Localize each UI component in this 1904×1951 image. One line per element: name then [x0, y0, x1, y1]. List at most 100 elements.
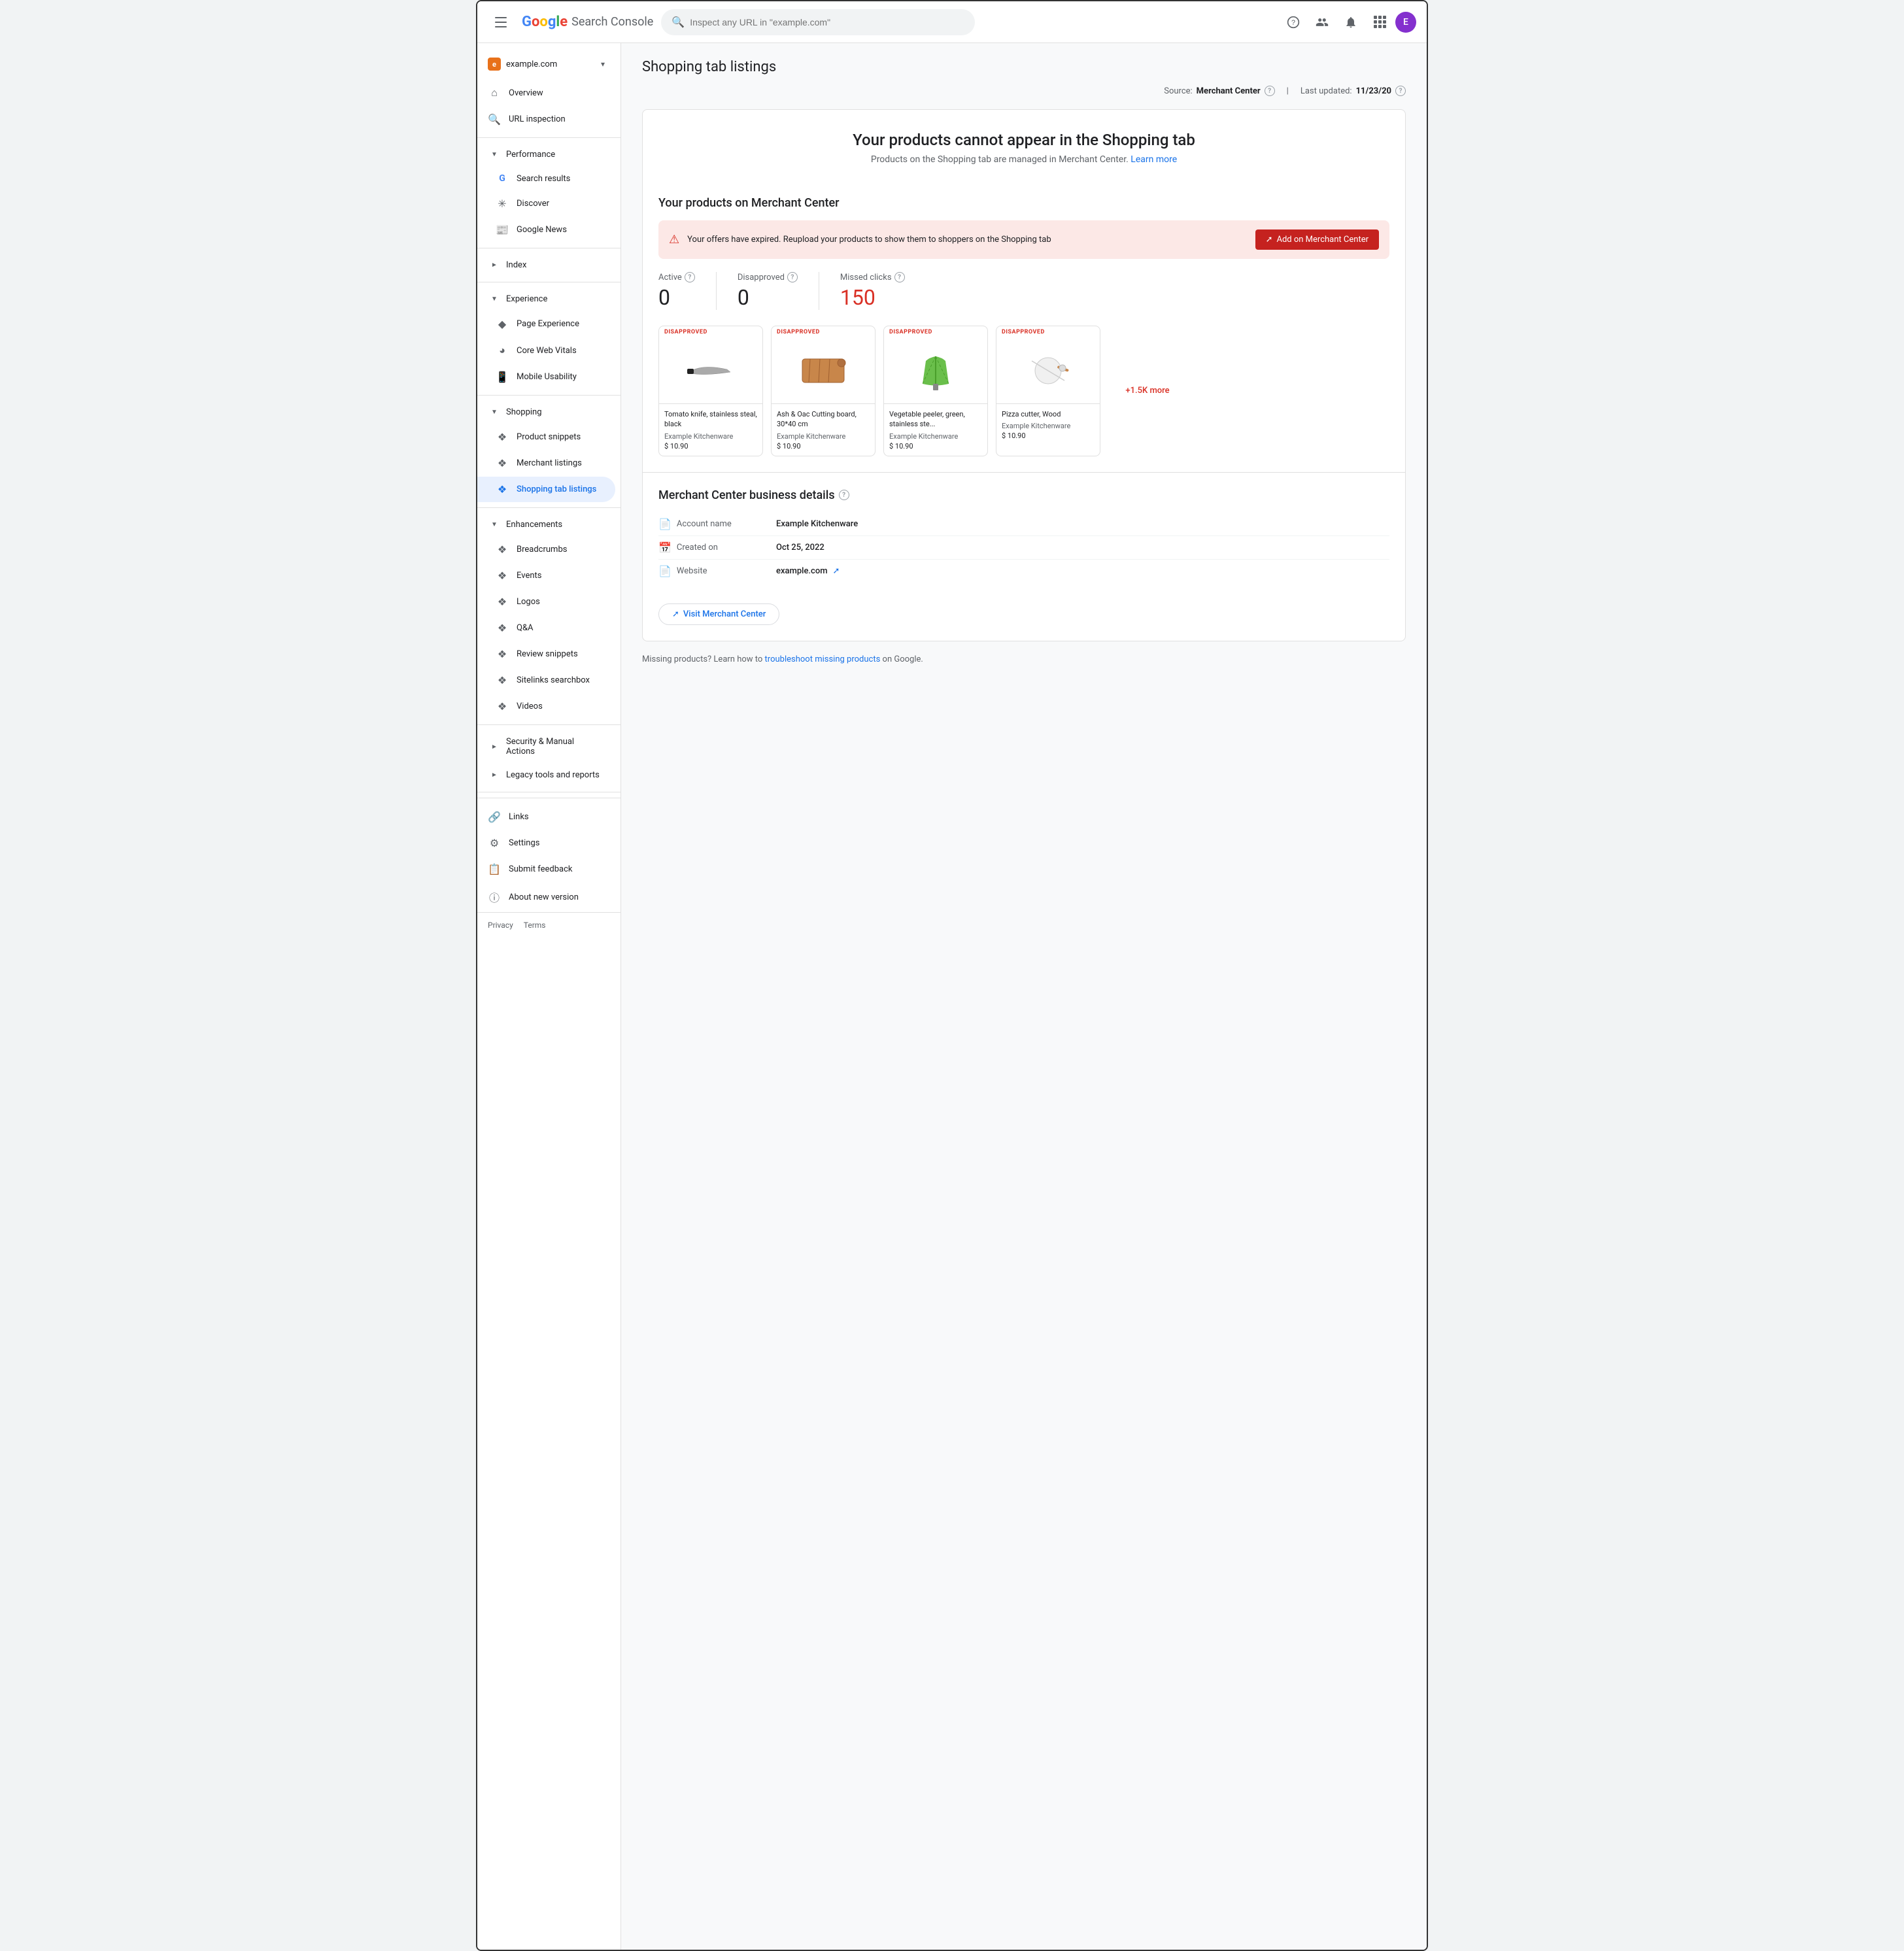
avatar[interactable]: E — [1395, 12, 1416, 33]
visit-btn-label: Visit Merchant Center — [683, 609, 766, 619]
sidebar-section-performance[interactable]: ▼ Performance — [477, 143, 615, 166]
learn-more-link[interactable]: Learn more — [1130, 154, 1177, 165]
sidebar-item-label: Submit feedback — [509, 864, 572, 874]
logos-icon: ❖ — [496, 596, 509, 608]
product-card-3[interactable]: DISAPPROVED Pizza cutter, Wood Example K… — [996, 326, 1100, 456]
alert-icon: ⚠ — [669, 233, 679, 246]
sidebar-item-label: Links — [509, 812, 529, 822]
add-on-merchant-center-button[interactable]: ➚ Add on Merchant Center — [1255, 229, 1379, 250]
menu-button[interactable] — [488, 9, 514, 35]
sidebar-item-label: Overview — [509, 88, 543, 98]
business-help-icon[interactable]: ? — [839, 490, 849, 500]
section-label: Enhancements — [506, 520, 562, 530]
sidebar-item-breadcrumbs[interactable]: ❖ Breadcrumbs — [477, 537, 615, 562]
sidebar-item-label: Mobile Usability — [517, 372, 577, 382]
google-icon: G — [496, 173, 509, 184]
active-help-icon[interactable]: ? — [685, 272, 695, 282]
sidebar: e example.com ▾ ⌂ Overview 🔍 URL inspect… — [477, 43, 621, 1950]
chevron-down-icon: ▼ — [488, 151, 501, 158]
disapproved-help-icon[interactable]: ? — [787, 272, 798, 282]
search-input[interactable] — [690, 17, 964, 27]
source-help-icon[interactable]: ? — [1265, 86, 1275, 96]
help-button[interactable]: ? — [1280, 9, 1306, 35]
notifications-button[interactable] — [1338, 9, 1364, 35]
sidebar-item-core-web-vitals[interactable]: ◕ Core Web Vitals — [477, 337, 615, 364]
settings-icon: ⚙ — [488, 837, 501, 849]
sidebar-item-sitelinks-searchbox[interactable]: ❖ Sitelinks searchbox — [477, 668, 615, 693]
qa-icon: ❖ — [496, 622, 509, 634]
sidebar-item-discover[interactable]: ✳ Discover — [477, 191, 615, 216]
disapproved-value: 0 — [738, 285, 798, 310]
product-name: Pizza cutter, Wood — [1002, 409, 1095, 419]
site-selector[interactable]: e example.com ▾ — [477, 51, 615, 77]
sidebar-item-shopping-tab-listings[interactable]: ❖ Shopping tab listings — [477, 477, 615, 502]
meta-row: Source: Merchant Center ? | Last updated… — [642, 86, 1406, 96]
sidebar-item-about-new-version[interactable]: ⓘ About new version — [477, 883, 615, 911]
sidebar-item-mobile-usability[interactable]: 📱 Mobile Usability — [477, 364, 615, 390]
disapproved-label: Disapproved — [738, 273, 785, 282]
sidebar-item-page-experience[interactable]: ◆ Page Experience — [477, 311, 615, 337]
sidebar-item-qa[interactable]: ❖ Q&A — [477, 615, 615, 641]
sidebar-item-events[interactable]: ❖ Events — [477, 563, 615, 588]
sidebar-section-index[interactable]: ► Index — [477, 254, 615, 277]
section-label: Performance — [506, 150, 555, 160]
privacy-bar: Privacy Terms — [477, 912, 620, 938]
missed-clicks-help-icon[interactable]: ? — [894, 272, 905, 282]
logo[interactable]: Google Search Console — [522, 14, 653, 30]
sidebar-item-search-results[interactable]: G Search results — [477, 167, 615, 190]
stats-row: Active ? 0 Disapproved ? 0 — [658, 272, 1389, 310]
missed-clicks-value: 150 — [840, 285, 905, 310]
website-external-link[interactable]: ➚ — [833, 566, 840, 576]
sidebar-item-url-inspection[interactable]: 🔍 URL inspection — [477, 107, 615, 132]
sidebar-section-security[interactable]: ► Security & Manual Actions — [477, 730, 615, 763]
videos-icon: ❖ — [496, 700, 509, 713]
sidebar-item-submit-feedback[interactable]: 📋 Submit feedback — [477, 857, 615, 882]
sidebar-section-enhancements[interactable]: ▼ Enhancements — [477, 513, 615, 536]
business-title-text: Merchant Center business details — [658, 488, 835, 502]
hero-subtitle: Products on the Shopping tab are managed… — [658, 154, 1389, 165]
last-updated-value: 11/23/20 — [1356, 86, 1391, 96]
feedback-icon: 📋 — [488, 863, 501, 875]
sidebar-section-experience[interactable]: ▼ Experience — [477, 288, 615, 311]
visit-merchant-center-button[interactable]: ➚ Visit Merchant Center — [658, 603, 779, 625]
last-updated-help-icon[interactable]: ? — [1395, 86, 1406, 96]
hero-section: Your products cannot appear in the Shopp… — [643, 110, 1405, 180]
troubleshoot-link[interactable]: troubleshoot missing products — [765, 654, 881, 664]
info-icon: ⓘ — [488, 889, 501, 905]
product-card-1[interactable]: DISAPPROVED Ash & Oac Cutting board, 30*… — [771, 326, 876, 456]
active-value: 0 — [658, 285, 695, 310]
sidebar-item-merchant-listings[interactable]: ❖ Merchant listings — [477, 450, 615, 476]
sidebar-item-review-snippets[interactable]: ❖ Review snippets — [477, 641, 615, 667]
product-card-0[interactable]: DISAPPROVED Tomato knife, stainless stea… — [658, 326, 763, 456]
sidebar-item-google-news[interactable]: 📰 Google News — [477, 217, 615, 243]
calendar-icon: 📅 — [658, 541, 672, 554]
product-image — [772, 338, 875, 403]
sidebar-section-shopping[interactable]: ▼ Shopping — [477, 401, 615, 424]
site-name: example.com — [506, 59, 596, 69]
sidebar-item-videos[interactable]: ❖ Videos — [477, 694, 615, 719]
sidebar-item-logos[interactable]: ❖ Logos — [477, 589, 615, 615]
search-bar[interactable]: 🔍 — [661, 9, 975, 35]
terms-link[interactable]: Terms — [524, 921, 546, 930]
sidebar-item-label: Discover — [517, 199, 549, 209]
sidebar-item-label: Page Experience — [517, 319, 579, 329]
sidebar-item-label: Logos — [517, 597, 540, 607]
links-icon: 🔗 — [488, 811, 501, 823]
account-name-label: Account name — [677, 519, 732, 529]
missed-clicks-label: Missed clicks — [840, 273, 892, 282]
privacy-link[interactable]: Privacy — [488, 921, 513, 930]
sidebar-item-links[interactable]: 🔗 Links — [477, 804, 615, 830]
hero-subtitle-text: Products on the Shopping tab are managed… — [871, 154, 1129, 165]
accounts-button[interactable] — [1309, 9, 1335, 35]
sidebar-item-product-snippets[interactable]: ❖ Product snippets — [477, 424, 615, 450]
sidebar-item-settings[interactable]: ⚙ Settings — [477, 830, 615, 856]
product-card-2[interactable]: DISAPPROVED Vegetable peeler, green, sta… — [883, 326, 988, 456]
apps-button[interactable] — [1367, 9, 1393, 35]
account-name-value: Example Kitchenware — [776, 519, 858, 529]
external-link-icon: ➚ — [1266, 235, 1273, 245]
product-more-link[interactable]: +1.5K more — [1108, 326, 1187, 456]
search-icon: 🔍 — [672, 16, 685, 28]
sidebar-section-legacy[interactable]: ► Legacy tools and reports — [477, 764, 615, 787]
sidebar-item-overview[interactable]: ⌂ Overview — [477, 80, 615, 106]
product-snippets-icon: ❖ — [496, 431, 509, 443]
